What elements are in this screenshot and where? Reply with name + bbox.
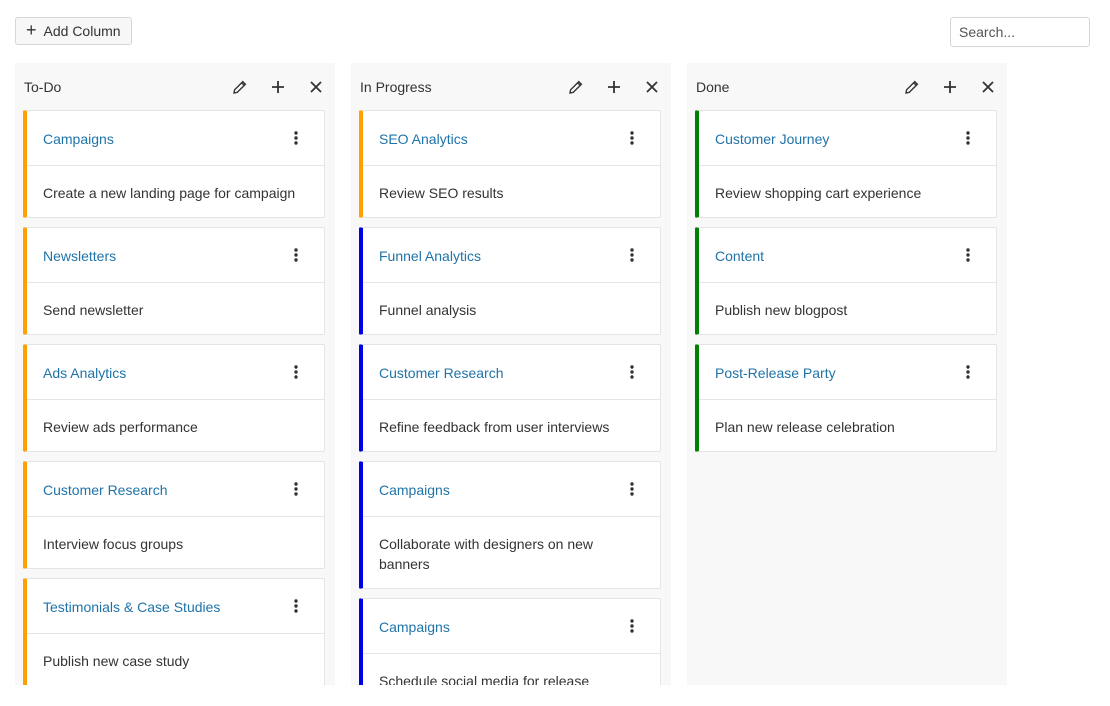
more-vertical-icon[interactable]: [284, 245, 308, 265]
column-title: Done: [696, 79, 730, 95]
card-header: Campaigns: [27, 111, 324, 166]
task-card[interactable]: Customer Journey Review shopping cart exp…: [695, 110, 997, 218]
task-card[interactable]: SEO Analytics Review SEO results: [359, 110, 661, 218]
task-card[interactable]: Newsletters Send newsletter: [23, 227, 325, 335]
more-vertical-icon[interactable]: [620, 616, 644, 636]
plus-icon: +: [26, 20, 37, 40]
card-title[interactable]: Content: [715, 248, 764, 264]
task-card[interactable]: Campaigns Create a new landing page for c…: [23, 110, 325, 218]
more-vertical-icon[interactable]: [620, 479, 644, 499]
card-title[interactable]: Testimonials & Case Studies: [43, 599, 220, 615]
task-card[interactable]: Customer Research Interview focus groups: [23, 461, 325, 569]
card-title[interactable]: Campaigns: [43, 131, 114, 147]
remove-column-close-icon[interactable]: [633, 75, 671, 99]
card-text: Review shopping cart experience: [715, 185, 922, 201]
more-vertical-icon[interactable]: [284, 479, 308, 499]
card-title[interactable]: Campaigns: [379, 619, 450, 635]
more-vertical-icon[interactable]: [620, 128, 644, 148]
card-text: Funnel analysis: [379, 302, 477, 318]
column-header: In Progress: [351, 63, 671, 110]
add-card-plus-icon[interactable]: [595, 75, 633, 99]
card-text: Interview focus groups: [43, 536, 184, 552]
more-vertical-icon[interactable]: [956, 128, 980, 148]
card-title[interactable]: SEO Analytics: [379, 131, 468, 147]
card-header: Funnel Analytics: [363, 228, 660, 283]
task-card[interactable]: Content Publish new blogpost: [695, 227, 997, 335]
task-card[interactable]: Post-Release Party Plan new release celeb…: [695, 344, 997, 452]
card-text: Review SEO results: [379, 185, 504, 201]
card-header: Customer Journey: [699, 111, 996, 166]
add-column-label: Add Column: [43, 23, 121, 39]
more-vertical-icon[interactable]: [620, 245, 644, 265]
card-header: Content: [699, 228, 996, 283]
edit-column-pencil-icon[interactable]: [893, 75, 931, 99]
card-text: Send newsletter: [43, 302, 144, 318]
more-vertical-icon[interactable]: [284, 596, 308, 616]
card-header: Newsletters: [27, 228, 324, 283]
edit-column-pencil-icon[interactable]: [221, 75, 259, 99]
column-todo: To-Do Campaigns Create a new landing page…: [15, 63, 335, 685]
column-done: Done Customer Journey Review shopping car…: [687, 63, 1007, 685]
more-vertical-icon[interactable]: [284, 128, 308, 148]
more-vertical-icon[interactable]: [284, 362, 308, 382]
card-text: Create a new landing page for campaign: [43, 185, 296, 201]
column-title: In Progress: [360, 79, 432, 95]
card-text: Plan new release celebration: [715, 419, 895, 435]
card-title[interactable]: Ads Analytics: [43, 365, 126, 381]
add-column-button[interactable]: + Add Column: [15, 17, 132, 45]
card-header: Customer Research: [27, 462, 324, 517]
card-header: SEO Analytics: [363, 111, 660, 166]
card-title[interactable]: Customer Research: [379, 365, 504, 381]
task-card[interactable]: Campaigns Schedule social media for relea…: [359, 598, 661, 685]
more-vertical-icon[interactable]: [620, 362, 644, 382]
card-title[interactable]: Customer Research: [43, 482, 168, 498]
more-vertical-icon[interactable]: [956, 362, 980, 382]
remove-column-close-icon[interactable]: [969, 75, 1007, 99]
task-card[interactable]: Funnel Analytics Funnel analysis: [359, 227, 661, 335]
card-header: Post-Release Party: [699, 345, 996, 400]
column-in-progress: In Progress SEO Analytics Review SEO resu…: [351, 63, 671, 685]
card-title[interactable]: Customer Journey: [715, 131, 829, 147]
add-card-plus-icon[interactable]: [259, 75, 297, 99]
card-header: Campaigns: [363, 462, 660, 517]
card-title[interactable]: Newsletters: [43, 248, 116, 264]
card-text: Refine feedback from user interviews: [379, 419, 610, 435]
card-title[interactable]: Post-Release Party: [715, 365, 836, 381]
edit-column-pencil-icon[interactable]: [557, 75, 595, 99]
column-title: To-Do: [24, 79, 62, 95]
card-header: Customer Research: [363, 345, 660, 400]
task-card[interactable]: Customer Research Refine feedback from us…: [359, 344, 661, 452]
card-header: Campaigns: [363, 599, 660, 654]
card-text: Schedule social media for release: [379, 673, 590, 685]
add-card-plus-icon[interactable]: [931, 75, 969, 99]
card-text: Publish new case study: [43, 653, 190, 669]
toolbar: + Add Column: [15, 17, 1090, 47]
remove-column-close-icon[interactable]: [297, 75, 335, 99]
card-title[interactable]: Campaigns: [379, 482, 450, 498]
column-header: Done: [687, 63, 1007, 110]
card-text: Review ads performance: [43, 419, 198, 435]
card-text: Collaborate with designers on new banner…: [379, 536, 594, 572]
column-header: To-Do: [15, 63, 335, 110]
task-card[interactable]: Campaigns Collaborate with designers on n…: [359, 461, 661, 589]
card-title[interactable]: Funnel Analytics: [379, 248, 481, 264]
card-header: Testimonials & Case Studies: [27, 579, 324, 634]
more-vertical-icon[interactable]: [956, 245, 980, 265]
task-card[interactable]: Ads Analytics Review ads performance: [23, 344, 325, 452]
card-text: Publish new blogpost: [715, 302, 848, 318]
task-card[interactable]: Testimonials & Case Studies Publish new c…: [23, 578, 325, 685]
search-input[interactable]: [950, 17, 1090, 47]
card-header: Ads Analytics: [27, 345, 324, 400]
